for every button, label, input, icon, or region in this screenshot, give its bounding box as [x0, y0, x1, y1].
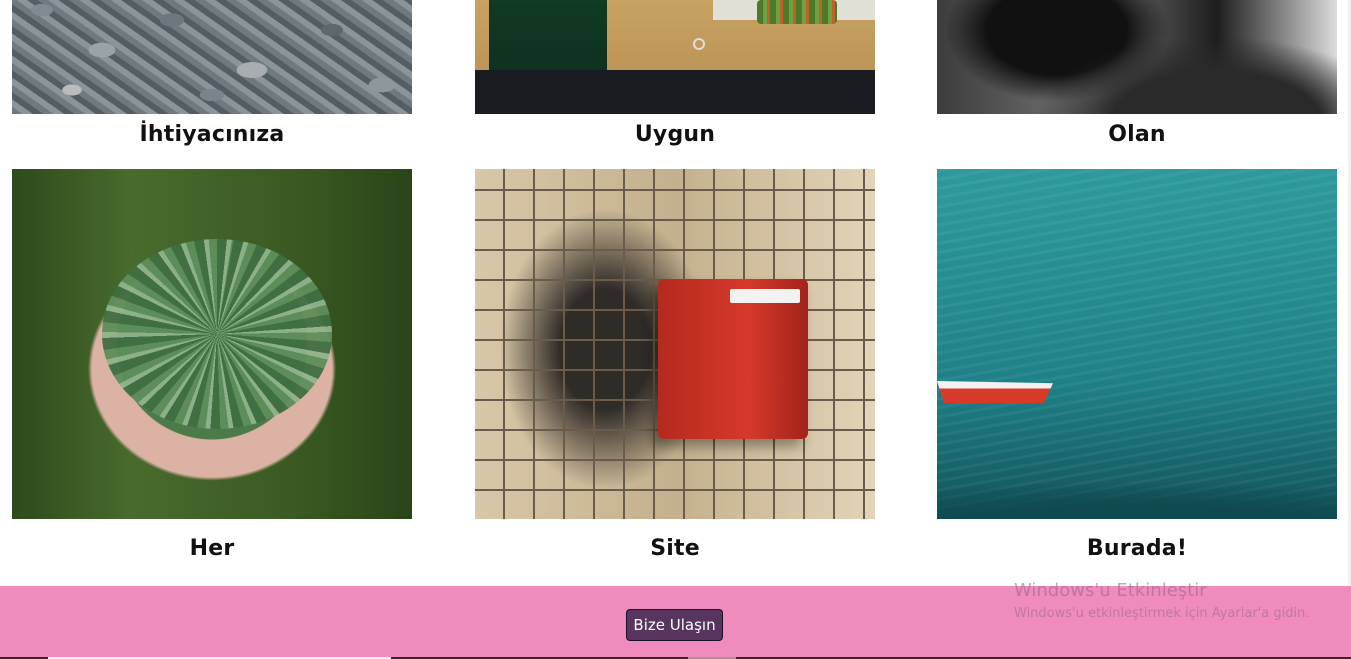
- pine-needles-image: [12, 169, 412, 519]
- alarm-box-image: [475, 169, 875, 519]
- gallery-caption: Her: [189, 536, 235, 561]
- gallery-card: Site: [475, 169, 875, 564]
- door-knob: [693, 38, 705, 50]
- red-alarm-box: [658, 279, 808, 439]
- gallery-card: İhtiyacınıza: [12, 0, 412, 150]
- gallery-card: Uygun: [475, 0, 875, 150]
- gallery-card: Olan: [937, 0, 1337, 150]
- gallery-caption: Olan: [1108, 122, 1166, 147]
- image-gallery: İhtiyacınıza Uygun Olan Her Site Burada!: [0, 0, 1351, 586]
- shoulder-image: [937, 0, 1337, 114]
- window-plants: [757, 0, 837, 24]
- gallery-card: Her: [12, 169, 412, 564]
- alarm-label-plate: [730, 289, 800, 303]
- gallery-caption: Burada!: [1086, 536, 1188, 561]
- windows-activation-title: Windows'u Etkinleştir: [1014, 580, 1207, 601]
- pine-needles: [102, 239, 332, 429]
- gallery-caption: Site: [650, 536, 700, 561]
- gallery-caption: İhtiyacınıza: [139, 122, 285, 147]
- pebbles-image: [12, 0, 412, 114]
- green-door-image: [475, 0, 875, 114]
- gallery-card: Burada!: [937, 169, 1337, 564]
- boat-sea-image: [937, 169, 1337, 519]
- windows-activation-subtitle: Windows'u etkinleştirmek için Ayarlar'a …: [1014, 606, 1310, 621]
- red-boat: [937, 381, 1053, 403]
- contact-us-button[interactable]: Bize Ulaşın: [626, 609, 723, 641]
- gallery-caption: Uygun: [634, 122, 716, 147]
